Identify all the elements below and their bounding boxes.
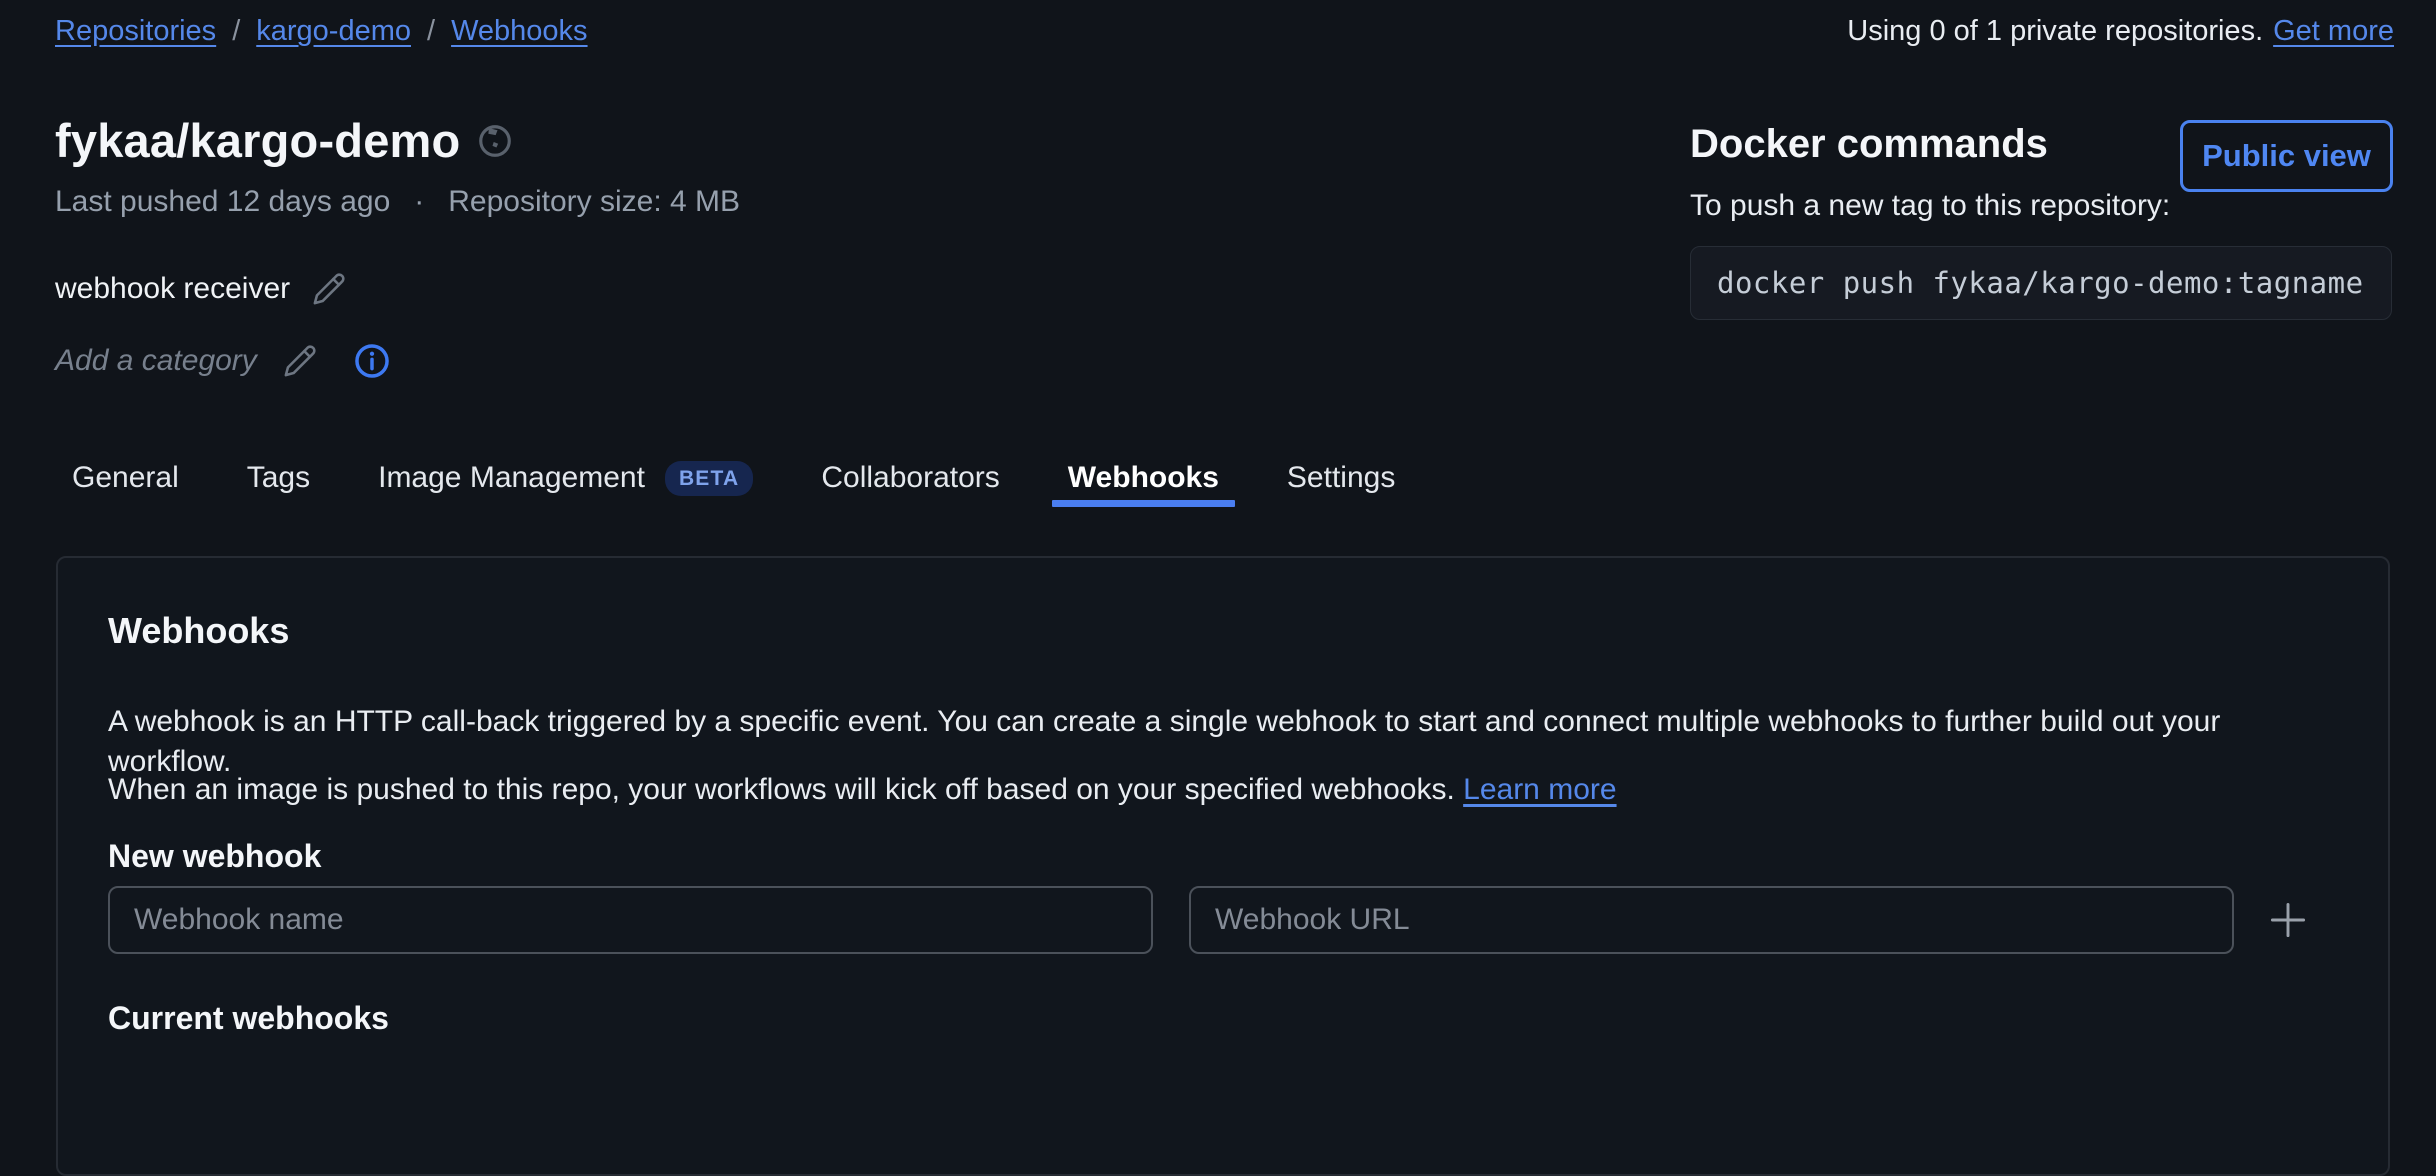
- tab-webhooks-label: Webhooks: [1068, 461, 1219, 495]
- breadcrumb-repo[interactable]: kargo-demo: [256, 14, 411, 48]
- tab-tags-label: Tags: [247, 461, 310, 495]
- repo-title: fykaa/kargo-demo: [55, 112, 460, 170]
- docker-push-command[interactable]: docker push fykaa/kargo-demo:tagname: [1690, 246, 2392, 320]
- webhook-url-input[interactable]: [1189, 886, 2234, 954]
- meta-separator: ·: [414, 184, 424, 220]
- webhook-name-input[interactable]: [108, 886, 1153, 954]
- webhooks-card: Webhooks A webhook is an HTTP call-back …: [56, 556, 2390, 1176]
- tab-general[interactable]: General: [56, 450, 195, 506]
- repo-description: webhook receiver: [55, 270, 290, 308]
- repo-size: Repository size: 4 MB: [448, 184, 740, 220]
- breadcrumb-webhooks[interactable]: Webhooks: [451, 14, 588, 48]
- add-webhook-button[interactable]: [2266, 898, 2310, 942]
- last-pushed: Last pushed 12 days ago: [55, 184, 390, 220]
- tab-webhooks[interactable]: Webhooks: [1052, 450, 1235, 506]
- beta-badge: BETA: [665, 461, 753, 496]
- repo-category-row: Add a category: [55, 342, 391, 380]
- webhooks-workflow-text: When an image is pushed to this repo, yo…: [108, 773, 1455, 806]
- tab-collaborators-label: Collaborators: [821, 461, 999, 495]
- edit-description-icon[interactable]: [312, 272, 346, 306]
- active-tab-underline: [1052, 500, 1235, 507]
- edit-category-icon[interactable]: [283, 344, 317, 378]
- public-view-button[interactable]: Public view: [2180, 120, 2393, 192]
- new-webhook-heading: New webhook: [108, 836, 321, 876]
- private-repo-usage: Using 0 of 1 private repositories. Get m…: [1847, 14, 2394, 48]
- tab-general-label: General: [72, 461, 179, 495]
- tab-image-management[interactable]: Image Management BETA: [362, 450, 769, 506]
- webhooks-card-heading: Webhooks: [108, 610, 289, 652]
- current-webhooks-heading: Current webhooks: [108, 998, 389, 1038]
- repo-tabs: General Tags Image Management BETA Colla…: [56, 450, 1411, 506]
- docker-push-command-text: docker push fykaa/kargo-demo:tagname: [1717, 266, 2364, 300]
- tab-tags[interactable]: Tags: [231, 450, 326, 506]
- get-more-link[interactable]: Get more: [2273, 14, 2394, 48]
- learn-more-link[interactable]: Learn more: [1463, 773, 1616, 806]
- usage-text: Using 0 of 1 private repositories.: [1847, 14, 2263, 48]
- tab-image-management-label: Image Management: [378, 461, 645, 495]
- webhooks-workflow-note: When an image is pushed to this repo, yo…: [108, 770, 2348, 810]
- breadcrumb-separator: /: [427, 14, 435, 48]
- tab-collaborators[interactable]: Collaborators: [805, 450, 1015, 506]
- repo-title-row: fykaa/kargo-demo: [55, 112, 514, 170]
- tab-settings-label: Settings: [1287, 461, 1395, 495]
- breadcrumb: Repositories / kargo-demo / Webhooks: [55, 14, 588, 48]
- add-category-placeholder: Add a category: [55, 342, 257, 380]
- repository-page: Repositories / kargo-demo / Webhooks Usi…: [0, 0, 2436, 1050]
- globe-icon: [476, 122, 514, 160]
- repo-description-row: webhook receiver: [55, 270, 346, 308]
- breadcrumb-separator: /: [232, 14, 240, 48]
- push-instruction: To push a new tag to this repository:: [1690, 188, 2392, 224]
- breadcrumb-repositories[interactable]: Repositories: [55, 14, 216, 48]
- repo-meta: Last pushed 12 days ago · Repository siz…: [55, 184, 740, 220]
- category-info-icon[interactable]: [353, 342, 391, 380]
- tab-settings[interactable]: Settings: [1271, 450, 1411, 506]
